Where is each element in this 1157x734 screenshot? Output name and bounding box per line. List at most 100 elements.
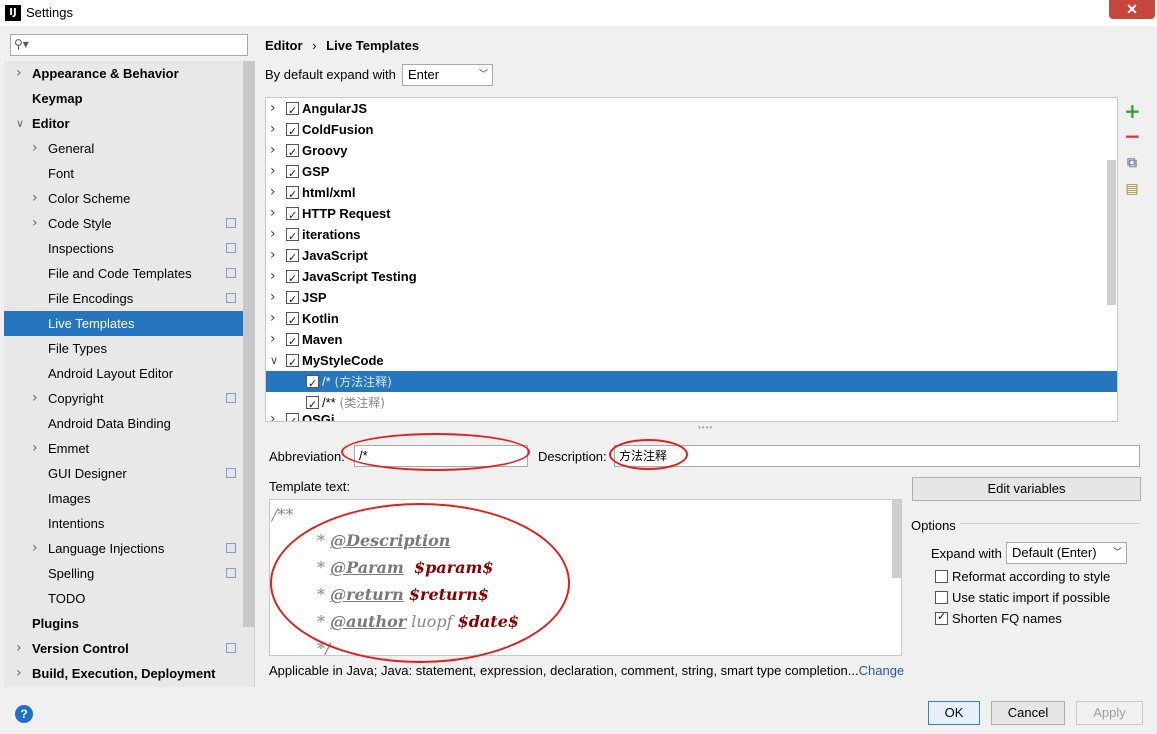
expand-with-select[interactable]: Enter ﹀ — [402, 64, 493, 86]
sidebar-item-live-templates[interactable]: Live Templates — [4, 311, 255, 336]
template-item-checkbox[interactable]: ✓ — [306, 375, 319, 390]
template-group-checkbox[interactable]: ✓ — [286, 333, 299, 348]
chevron-right-icon[interactable]: › — [32, 211, 38, 236]
sidebar-item-editor[interactable]: ∨ Editor — [4, 111, 255, 136]
sidebar-item-keymap[interactable]: Keymap — [4, 86, 255, 111]
change-link[interactable]: Change — [859, 663, 905, 678]
template-group-checkbox[interactable]: ✓ — [286, 312, 299, 327]
reformat-checkbox[interactable] — [935, 570, 948, 583]
template-group-checkbox[interactable]: ✓ — [286, 165, 299, 180]
sidebar-item-code-style[interactable]: › Code Style — [4, 211, 255, 236]
template-group-checkbox[interactable]: ✓ — [286, 249, 299, 264]
template-item-checkbox[interactable]: ✓ — [306, 396, 319, 411]
template-group-checkbox[interactable]: ✓ — [286, 207, 299, 222]
chevron-right-icon[interactable]: › — [270, 287, 276, 308]
options-expand-select[interactable]: Default (Enter) ﹀ — [1006, 542, 1127, 564]
chevron-right-icon[interactable]: › — [270, 308, 276, 329]
template-group-checkbox[interactable]: ✓ — [286, 102, 299, 117]
splitter-handle[interactable]: •••• — [698, 423, 713, 432]
chevron-right-icon[interactable]: › — [32, 436, 38, 461]
shorten-fq-checkbox[interactable]: ✓ — [935, 610, 948, 625]
chevron-right-icon[interactable]: › — [270, 161, 276, 182]
template-group-row[interactable]: › ✓ iterations — [266, 224, 1117, 245]
sidebar-item-color-scheme[interactable]: › Color Scheme — [4, 186, 255, 211]
template-group-row[interactable]: › ✓ Maven — [266, 329, 1117, 350]
sidebar-item-file-types[interactable]: File Types — [4, 336, 255, 361]
template-item-row[interactable]: ✓ /* (方法注释) — [266, 371, 1117, 392]
sidebar-item-copyright[interactable]: › Copyright — [4, 386, 255, 411]
chevron-right-icon[interactable]: › — [270, 224, 276, 245]
template-group-checkbox[interactable]: ✓ — [286, 413, 299, 421]
template-group-checkbox[interactable]: ✓ — [286, 228, 299, 243]
chevron-right-icon[interactable]: › — [16, 636, 22, 661]
sidebar-item-language-injections[interactable]: › Language Injections — [4, 536, 255, 561]
sidebar-item-appearance-behavior[interactable]: › Appearance & Behavior — [4, 61, 255, 86]
sidebar-scrollbar[interactable] — [243, 61, 255, 627]
help-icon[interactable]: ? — [15, 705, 33, 723]
template-group-checkbox[interactable]: ✓ — [286, 144, 299, 159]
breadcrumb-parent[interactable]: Editor — [265, 38, 303, 53]
templates-scrollbar[interactable] — [1107, 160, 1116, 305]
template-group-row[interactable]: › ✓ HTTP Request — [266, 203, 1117, 224]
sidebar-item-inspections[interactable]: Inspections — [4, 236, 255, 261]
sidebar-item-android-layout-editor[interactable]: Android Layout Editor — [4, 361, 255, 386]
chevron-down-icon[interactable]: ∨ — [270, 350, 278, 371]
template-group-row[interactable]: › ✓ html/xml — [266, 182, 1117, 203]
chevron-right-icon[interactable]: › — [270, 409, 276, 421]
sidebar-item-font[interactable]: Font — [4, 161, 255, 186]
template-group-row[interactable]: › ✓ OSGi — [266, 409, 1117, 421]
template-group-row[interactable]: › ✓ Kotlin — [266, 308, 1117, 329]
template-group-row[interactable]: ∨ ✓ MyStyleCode — [266, 350, 1117, 371]
template-group-checkbox[interactable]: ✓ — [286, 354, 299, 369]
ok-button[interactable]: OK — [928, 701, 980, 725]
sidebar-item-emmet[interactable]: › Emmet — [4, 436, 255, 461]
template-group-checkbox[interactable]: ✓ — [286, 270, 299, 285]
chevron-right-icon[interactable]: › — [270, 329, 276, 350]
sidebar-item-file-encodings[interactable]: File Encodings — [4, 286, 255, 311]
copy-icon[interactable]: ⧉ — [1124, 155, 1140, 171]
edit-variables-button[interactable]: Edit variables — [912, 477, 1141, 501]
template-group-row[interactable]: › ✓ JavaScript — [266, 245, 1117, 266]
chevron-right-icon[interactable]: › — [270, 203, 276, 224]
editor-scrollbar[interactable] — [892, 500, 901, 578]
sidebar-item-images[interactable]: Images — [4, 486, 255, 511]
sidebar-item-file-and-code-templates[interactable]: File and Code Templates — [4, 261, 255, 286]
template-group-row[interactable]: › ✓ ColdFusion — [266, 119, 1117, 140]
chevron-right-icon[interactable]: › — [32, 386, 38, 411]
chevron-right-icon[interactable]: › — [32, 536, 38, 561]
sidebar-item-intentions[interactable]: Intentions — [4, 511, 255, 536]
chevron-right-icon[interactable]: › — [270, 266, 276, 287]
chevron-right-icon[interactable]: › — [270, 140, 276, 161]
chevron-right-icon[interactable]: › — [270, 245, 276, 266]
remove-icon[interactable]: − — [1124, 126, 1141, 146]
sidebar-item-general[interactable]: › General — [4, 136, 255, 161]
template-group-row[interactable]: › ✓ JavaScript Testing — [266, 266, 1117, 287]
sidebar-item-gui-designer[interactable]: GUI Designer — [4, 461, 255, 486]
sidebar-item-android-data-binding[interactable]: Android Data Binding — [4, 411, 255, 436]
chevron-right-icon[interactable]: › — [32, 136, 38, 161]
template-group-row[interactable]: › ✓ AngularJS — [266, 98, 1117, 119]
sidebar-item-spelling[interactable]: Spelling — [4, 561, 255, 586]
description-input[interactable]: 方法注释 — [614, 445, 1140, 467]
chevron-right-icon[interactable]: › — [16, 661, 22, 686]
template-group-row[interactable]: › ✓ Groovy — [266, 140, 1117, 161]
chevron-right-icon[interactable]: › — [270, 98, 276, 119]
cancel-button[interactable]: Cancel — [991, 701, 1065, 725]
template-group-checkbox[interactable]: ✓ — [286, 291, 299, 306]
template-group-checkbox[interactable]: ✓ — [286, 123, 299, 138]
sidebar-item-version-control[interactable]: › Version Control — [4, 636, 255, 661]
chevron-right-icon[interactable]: › — [32, 186, 38, 211]
sidebar-item-build-execution-deployment[interactable]: › Build, Execution, Deployment — [4, 661, 255, 686]
chevron-right-icon[interactable]: › — [16, 61, 22, 86]
add-icon[interactable]: + — [1124, 101, 1141, 121]
chevron-right-icon[interactable]: › — [270, 119, 276, 140]
template-group-checkbox[interactable]: ✓ — [286, 186, 299, 201]
sidebar-item-plugins[interactable]: Plugins — [4, 611, 255, 636]
chevron-down-icon[interactable]: ∨ — [16, 111, 24, 136]
apply-button[interactable]: Apply — [1076, 701, 1143, 725]
close-button[interactable]: ✕ — [1109, 0, 1155, 19]
static-import-checkbox[interactable] — [935, 591, 948, 604]
sidebar-item-todo[interactable]: TODO — [4, 586, 255, 611]
edit-icon[interactable]: ▤ — [1124, 181, 1140, 197]
search-input[interactable]: ⚲▾ — [10, 34, 248, 56]
